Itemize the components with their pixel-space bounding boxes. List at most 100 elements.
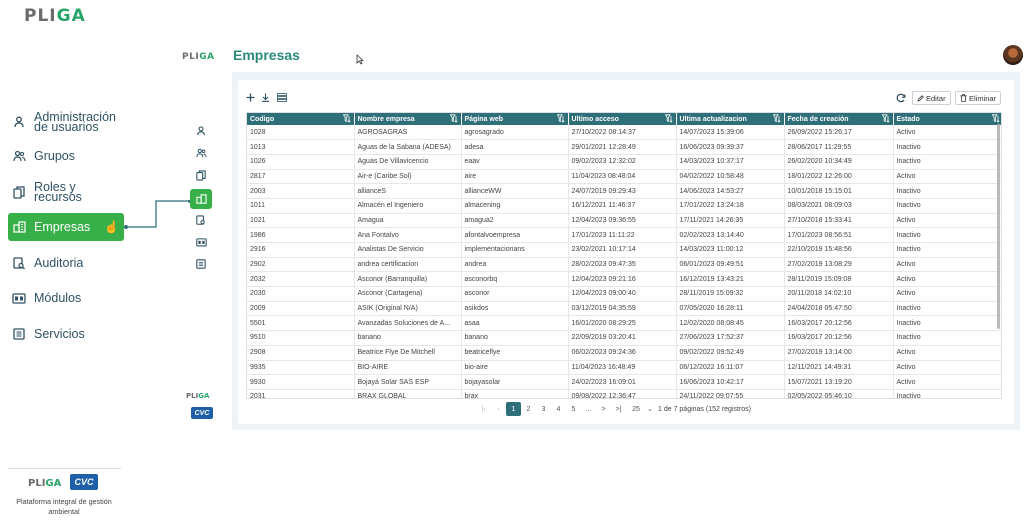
table-cell: 07/05/2020 16:28:11 <box>676 301 785 317</box>
column-header[interactable]: Página web <box>461 113 569 125</box>
column-header[interactable]: Ultimo acceso <box>568 113 677 125</box>
table-row[interactable]: 1021 Amagua amagua2 12/04/2023 09:36:55 17/1… <box>247 213 1001 229</box>
connector-line <box>124 200 192 229</box>
download-button[interactable] <box>260 92 270 102</box>
column-header[interactable]: Nombre empresa <box>354 113 462 125</box>
table-cell: andrea <box>461 257 569 273</box>
table-row[interactable]: 2032 Asconor (Barranquilla) asconorbq 12/04… <box>247 271 1001 288</box>
first-page-button[interactable]: |‹ <box>476 402 491 416</box>
table-row[interactable]: 9935 BIO-AIRE bio-aire 11/04/2023 16:48:49 0… <box>247 360 1001 376</box>
filter-icon <box>342 114 350 123</box>
table-row[interactable]: 1986 Ana Fontalvo afontalvoempresa 17/01/20… <box>247 227 1001 243</box>
sidebar-icon-modulos[interactable] <box>191 233 211 251</box>
next-page-button[interactable]: > <box>596 402 611 416</box>
column-header[interactable]: Codigo <box>247 113 355 125</box>
users-icon <box>195 148 207 158</box>
refresh-button[interactable] <box>895 92 906 103</box>
menu-item-grupos[interactable]: Grupos <box>8 142 124 170</box>
table-row[interactable]: 9510 banano banano 22/09/2019 03:20:41 27/06… <box>247 330 1001 346</box>
table-cell: 11/04/2023 08:48:04 <box>568 169 677 185</box>
table-cell: Amagua <box>354 213 462 229</box>
table-cell: 1028 <box>247 125 355 141</box>
table-cell: 06/01/2023 09:49:51 <box>676 257 785 273</box>
table-cell: amagua2 <box>461 213 569 229</box>
table-cell: 11/04/2023 16:48:49 <box>568 360 677 376</box>
page-button[interactable]: 5 <box>566 402 581 416</box>
table-cell: 2009 <box>247 301 355 317</box>
modules-icon <box>12 291 26 305</box>
prev-page-button[interactable]: ‹ <box>491 402 506 416</box>
audit-icon <box>12 256 26 270</box>
table-cell: Inactivo <box>893 183 1001 199</box>
table-cell: 26/02/2020 10:34:49 <box>784 154 894 170</box>
table-row[interactable]: 1028 AGROSAGRAS agrosagrado 27/10/2022 08:1… <box>247 125 1001 141</box>
table-cell: 12/02/2020 08:08:45 <box>676 315 785 332</box>
page-size-select[interactable]: 25 <box>626 402 646 416</box>
plus-icon <box>246 93 254 101</box>
sidebar-icon-servicios[interactable] <box>191 255 211 273</box>
add-button[interactable] <box>245 92 255 102</box>
table-cell: 08/03/2021 08:09:03 <box>784 198 894 214</box>
delete-button[interactable]: Eliminar <box>955 91 1002 105</box>
table-scrollbar[interactable] <box>997 124 1000 329</box>
menu-item-label: Auditoria <box>34 256 84 270</box>
table-row[interactable]: 2916 Analistas De Servicio implementaciona… <box>247 242 1001 258</box>
page-button[interactable]: 4 <box>551 402 566 416</box>
table-cell: Activo <box>893 257 1001 273</box>
last-page-button[interactable]: >| <box>611 402 626 416</box>
table-cell: 27/10/2022 08:14:37 <box>568 125 677 141</box>
table-row[interactable]: 9930 Bojayá Solar SAS ESP bojayasolar 24/02… <box>247 374 1001 390</box>
menu-item-modulos[interactable]: Módulos <box>8 284 124 312</box>
table-cell: Inactivo <box>893 198 1001 214</box>
footer-tagline: Plataforma integral de gestión ambiental <box>16 497 112 516</box>
column-header[interactable]: Fecha de creación <box>784 113 894 125</box>
table-cell: ASIK (Original N/A) <box>354 301 462 317</box>
table-row[interactable]: 2902 andrea certificacion andrea 28/02/2023… <box>247 257 1001 273</box>
chevron-down-icon[interactable]: ⌄ <box>646 402 654 416</box>
table-row[interactable]: 2009 ASIK (Original N/A) asikdos 03/12/2019… <box>247 301 1001 317</box>
page-button[interactable]: 3 <box>536 402 551 416</box>
table-cell: 20/11/2018 14:02:10 <box>784 286 894 302</box>
menu-item-empresas[interactable]: Empresas ☝ <box>8 213 124 241</box>
page-button[interactable]: 2 <box>521 402 536 416</box>
page-button[interactable]: 1 <box>506 402 521 416</box>
table-row[interactable]: 1026 Aguas De Villavicencio eaav 09/02/2023… <box>247 154 1001 170</box>
page-title: Empresas <box>233 47 300 63</box>
table-cell: allianceWW <box>461 183 569 199</box>
table-row[interactable]: 2003 allianceS allianceWW 24/07/2019 09:29:… <box>247 183 1001 199</box>
menu-item-auditoria[interactable]: Auditoria <box>8 249 124 277</box>
table-row[interactable]: 5501 Avanzadas Soluciones de A... asaa 16/0… <box>247 315 1001 332</box>
sidebar-icon-roles[interactable] <box>191 166 211 184</box>
table-row[interactable]: 2030 Asconor (Cartagena) asconor 12/04/2023… <box>247 286 1001 302</box>
sidebar-icon-grupos[interactable] <box>191 144 211 162</box>
menu-item-servicios[interactable]: Servicios <box>8 320 124 348</box>
pagination-info: 1 de 7 páginas (152 registros) <box>658 405 751 413</box>
menu-item-administracion[interactable]: Administración de usuarios <box>8 108 124 136</box>
menu-item-roles[interactable]: Roles y recursos <box>8 178 124 206</box>
table-row[interactable]: 1013 Aguas de la Sabana (ADESA) adesa 29/01… <box>247 139 1001 155</box>
table-cell: 14/07/2023 15:39:06 <box>676 125 785 141</box>
table-cell: 03/12/2019 04:35:59 <box>568 301 677 317</box>
table-row[interactable]: 2817 Air-e (Caribe Sol) aire 11/04/2023 08:… <box>247 169 1001 185</box>
edit-button[interactable]: Editar <box>912 91 951 105</box>
table-cell: Analistas De Servicio <box>354 242 462 258</box>
column-header[interactable]: Ultima actualizacion <box>676 113 785 125</box>
audit-icon <box>196 214 205 225</box>
column-chooser-button[interactable] <box>276 92 287 102</box>
table-cell: Activo <box>893 286 1001 302</box>
footer-logo: PLIGA <box>28 478 62 489</box>
table-cell: Asconor (Barranquilla) <box>354 271 462 288</box>
table-row[interactable]: 1011 Almacén el Ingeniero almacening 16/12/… <box>247 198 1001 214</box>
table-cell: asconorbq <box>461 271 569 288</box>
users-icon <box>12 149 26 163</box>
column-header[interactable]: Estado <box>893 113 1001 125</box>
table-row[interactable]: 2908 Beatrice Flye De Mitchell beatricefly… <box>247 345 1001 361</box>
table-cell: 2032 <box>247 271 355 288</box>
sidebar-icon-empresas[interactable] <box>190 189 212 209</box>
sidebar-icon-auditoria[interactable] <box>191 211 211 229</box>
avatar[interactable] <box>1003 45 1023 65</box>
building-icon <box>12 220 26 234</box>
sidebar-icon-usuarios[interactable] <box>191 122 211 140</box>
table-row[interactable]: 2031 BRAX GLOBAL brax 09/08/2022 12:36:47 24… <box>247 389 1001 398</box>
table-cell: 14/03/2023 10:37:17 <box>676 154 785 170</box>
